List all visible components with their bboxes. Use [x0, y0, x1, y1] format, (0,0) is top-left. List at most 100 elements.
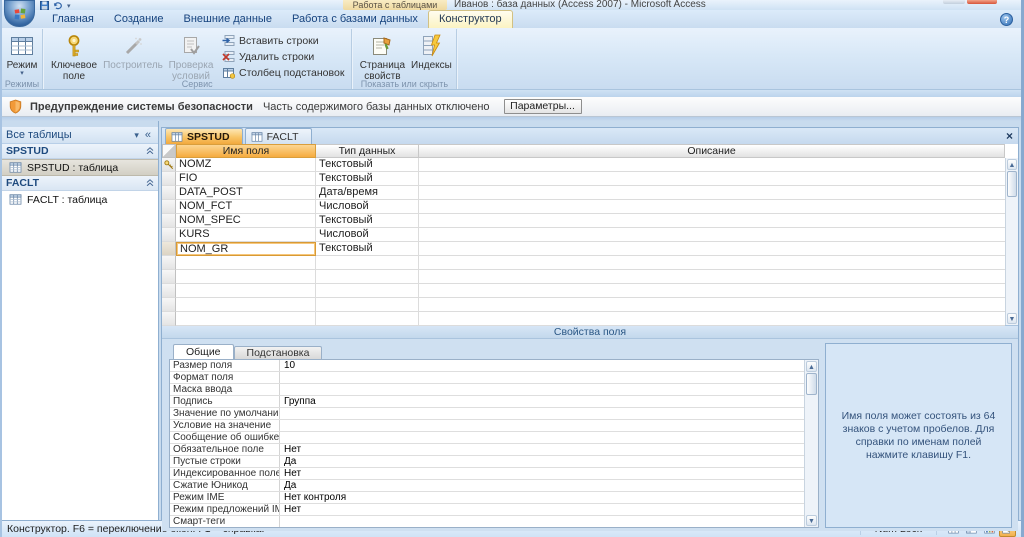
tab-database-tools[interactable]: Работа с базами данных	[282, 11, 428, 28]
property-value[interactable]	[280, 408, 804, 419]
save-icon[interactable]	[40, 1, 49, 10]
scroll-down-icon[interactable]: ▼	[806, 515, 817, 526]
nav-pane-header[interactable]: Все таблицы ▾ «	[2, 127, 158, 144]
tab-external-data[interactable]: Внешние данные	[174, 11, 282, 28]
row-selector[interactable]	[162, 298, 176, 312]
field-desc-cell[interactable]	[419, 256, 1005, 270]
tab-design[interactable]: Конструктор	[427, 10, 513, 28]
doc-tab-faclt[interactable]: FACLT	[244, 128, 312, 144]
field-type-cell[interactable]: Текстовый	[316, 214, 419, 228]
scrollbar-thumb[interactable]	[806, 373, 817, 395]
property-value[interactable]: Нет	[280, 468, 804, 479]
field-name-cell[interactable]: FIO	[176, 172, 316, 186]
property-value[interactable]	[280, 420, 804, 431]
property-value[interactable]	[280, 384, 804, 395]
property-value[interactable]: 10	[280, 360, 804, 371]
field-name-cell[interactable]	[176, 270, 316, 284]
row-selector[interactable]	[162, 284, 176, 298]
field-type-cell[interactable]: Текстовый	[316, 158, 419, 172]
property-value[interactable]: Да	[280, 456, 804, 467]
field-name-cell[interactable]: KURS	[176, 228, 316, 242]
field-name-cell[interactable]: NOM_GR	[176, 242, 316, 256]
doc-tab-spstud[interactable]: SPSTUD	[165, 128, 243, 144]
qat-menu-chevron-icon[interactable]: ▾	[67, 2, 71, 10]
property-value[interactable]: Нет контроля	[280, 492, 804, 503]
lookup-column-button[interactable]: Столбец подстановок	[218, 65, 348, 80]
field-desc-cell[interactable]	[419, 214, 1005, 228]
row-selector[interactable]	[162, 200, 176, 214]
property-value[interactable]	[280, 372, 804, 383]
field-name-cell[interactable]	[176, 256, 316, 270]
field-type-cell[interactable]	[316, 298, 419, 312]
row-selector[interactable]	[162, 312, 176, 326]
scroll-up-icon[interactable]: ▲	[806, 361, 817, 372]
property-value[interactable]: Группа	[280, 396, 804, 407]
field-name-cell[interactable]: NOMZ	[176, 158, 316, 172]
scrollbar-thumb[interactable]	[1007, 171, 1017, 197]
field-desc-cell[interactable]	[419, 312, 1005, 326]
property-sheet-button[interactable]: Страница свойств	[355, 31, 409, 84]
field-name-cell[interactable]: NOM_FCT	[176, 200, 316, 214]
field-name-cell[interactable]: DATA_POST	[176, 186, 316, 200]
field-type-cell[interactable]: Числовой	[316, 228, 419, 242]
field-desc-cell[interactable]	[419, 242, 1005, 256]
field-type-cell[interactable]	[316, 256, 419, 270]
nav-item-faclt-table[interactable]: FACLT : таблица	[2, 191, 158, 208]
row-selector[interactable]	[162, 242, 176, 256]
nav-group-faclt[interactable]: FACLT	[2, 176, 158, 191]
field-desc-cell[interactable]	[419, 172, 1005, 186]
nav-group-spstud[interactable]: SPSTUD	[2, 144, 158, 159]
tab-home[interactable]: Главная	[42, 11, 104, 28]
indexes-button[interactable]: Индексы	[409, 31, 453, 73]
row-selector[interactable]	[162, 270, 176, 284]
help-button[interactable]: ?	[1000, 13, 1013, 26]
field-type-cell[interactable]: Числовой	[316, 200, 419, 214]
field-desc-cell[interactable]	[419, 158, 1005, 172]
shutter-bar-collapse-icon[interactable]: «	[142, 129, 154, 141]
field-name-cell[interactable]	[176, 284, 316, 298]
field-desc-cell[interactable]	[419, 298, 1005, 312]
view-button[interactable]: Режим ▾	[5, 31, 39, 79]
column-header-data-type[interactable]: Тип данных	[316, 144, 419, 158]
delete-rows-button[interactable]: Удалить строки	[218, 49, 348, 64]
collapse-group-icon[interactable]	[146, 147, 154, 155]
property-value[interactable]	[280, 516, 804, 527]
row-selector[interactable]	[162, 256, 176, 270]
tab-general[interactable]: Общие	[173, 344, 234, 359]
collapse-group-icon[interactable]	[146, 179, 154, 187]
tab-create[interactable]: Создание	[104, 11, 174, 28]
minimize-button[interactable]	[943, 0, 965, 4]
field-type-cell[interactable]: Текстовый	[316, 242, 419, 256]
row-selector[interactable]	[162, 228, 176, 242]
field-name-cell[interactable]	[176, 298, 316, 312]
nav-menu-chevron-icon[interactable]: ▾	[131, 130, 142, 141]
row-selector[interactable]	[162, 158, 176, 172]
property-value[interactable]: Нет	[280, 504, 804, 515]
insert-rows-button[interactable]: Вставить строки	[218, 33, 348, 48]
scroll-down-icon[interactable]: ▼	[1007, 313, 1017, 324]
field-type-cell[interactable]	[316, 312, 419, 326]
tab-lookup[interactable]: Подстановка	[233, 346, 323, 359]
row-selector[interactable]	[162, 172, 176, 186]
primary-key-button[interactable]: Ключевое поле	[46, 31, 102, 84]
row-selector[interactable]	[162, 214, 176, 228]
field-type-cell[interactable]	[316, 284, 419, 298]
field-desc-cell[interactable]	[419, 284, 1005, 298]
property-value[interactable]	[280, 432, 804, 443]
field-type-cell[interactable]: Текстовый	[316, 172, 419, 186]
row-selector[interactable]	[162, 186, 176, 200]
close-window-button[interactable]	[967, 0, 997, 4]
property-value[interactable]: Да	[280, 480, 804, 491]
column-header-description[interactable]: Описание	[419, 144, 1005, 158]
scroll-up-icon[interactable]: ▲	[1007, 159, 1017, 170]
column-header-field-name[interactable]: Имя поля	[176, 144, 316, 158]
field-name-cell[interactable]: NOM_SPEC	[176, 214, 316, 228]
close-document-icon[interactable]: ×	[1006, 129, 1013, 143]
options-button[interactable]: Параметры...	[503, 99, 582, 114]
nav-item-spstud-table[interactable]: SPSTUD : таблица	[2, 159, 158, 176]
field-name-cell[interactable]	[176, 312, 316, 326]
field-desc-cell[interactable]	[419, 228, 1005, 242]
undo-icon[interactable]	[53, 1, 63, 10]
field-type-cell[interactable]	[316, 270, 419, 284]
field-type-cell[interactable]: Дата/время	[316, 186, 419, 200]
